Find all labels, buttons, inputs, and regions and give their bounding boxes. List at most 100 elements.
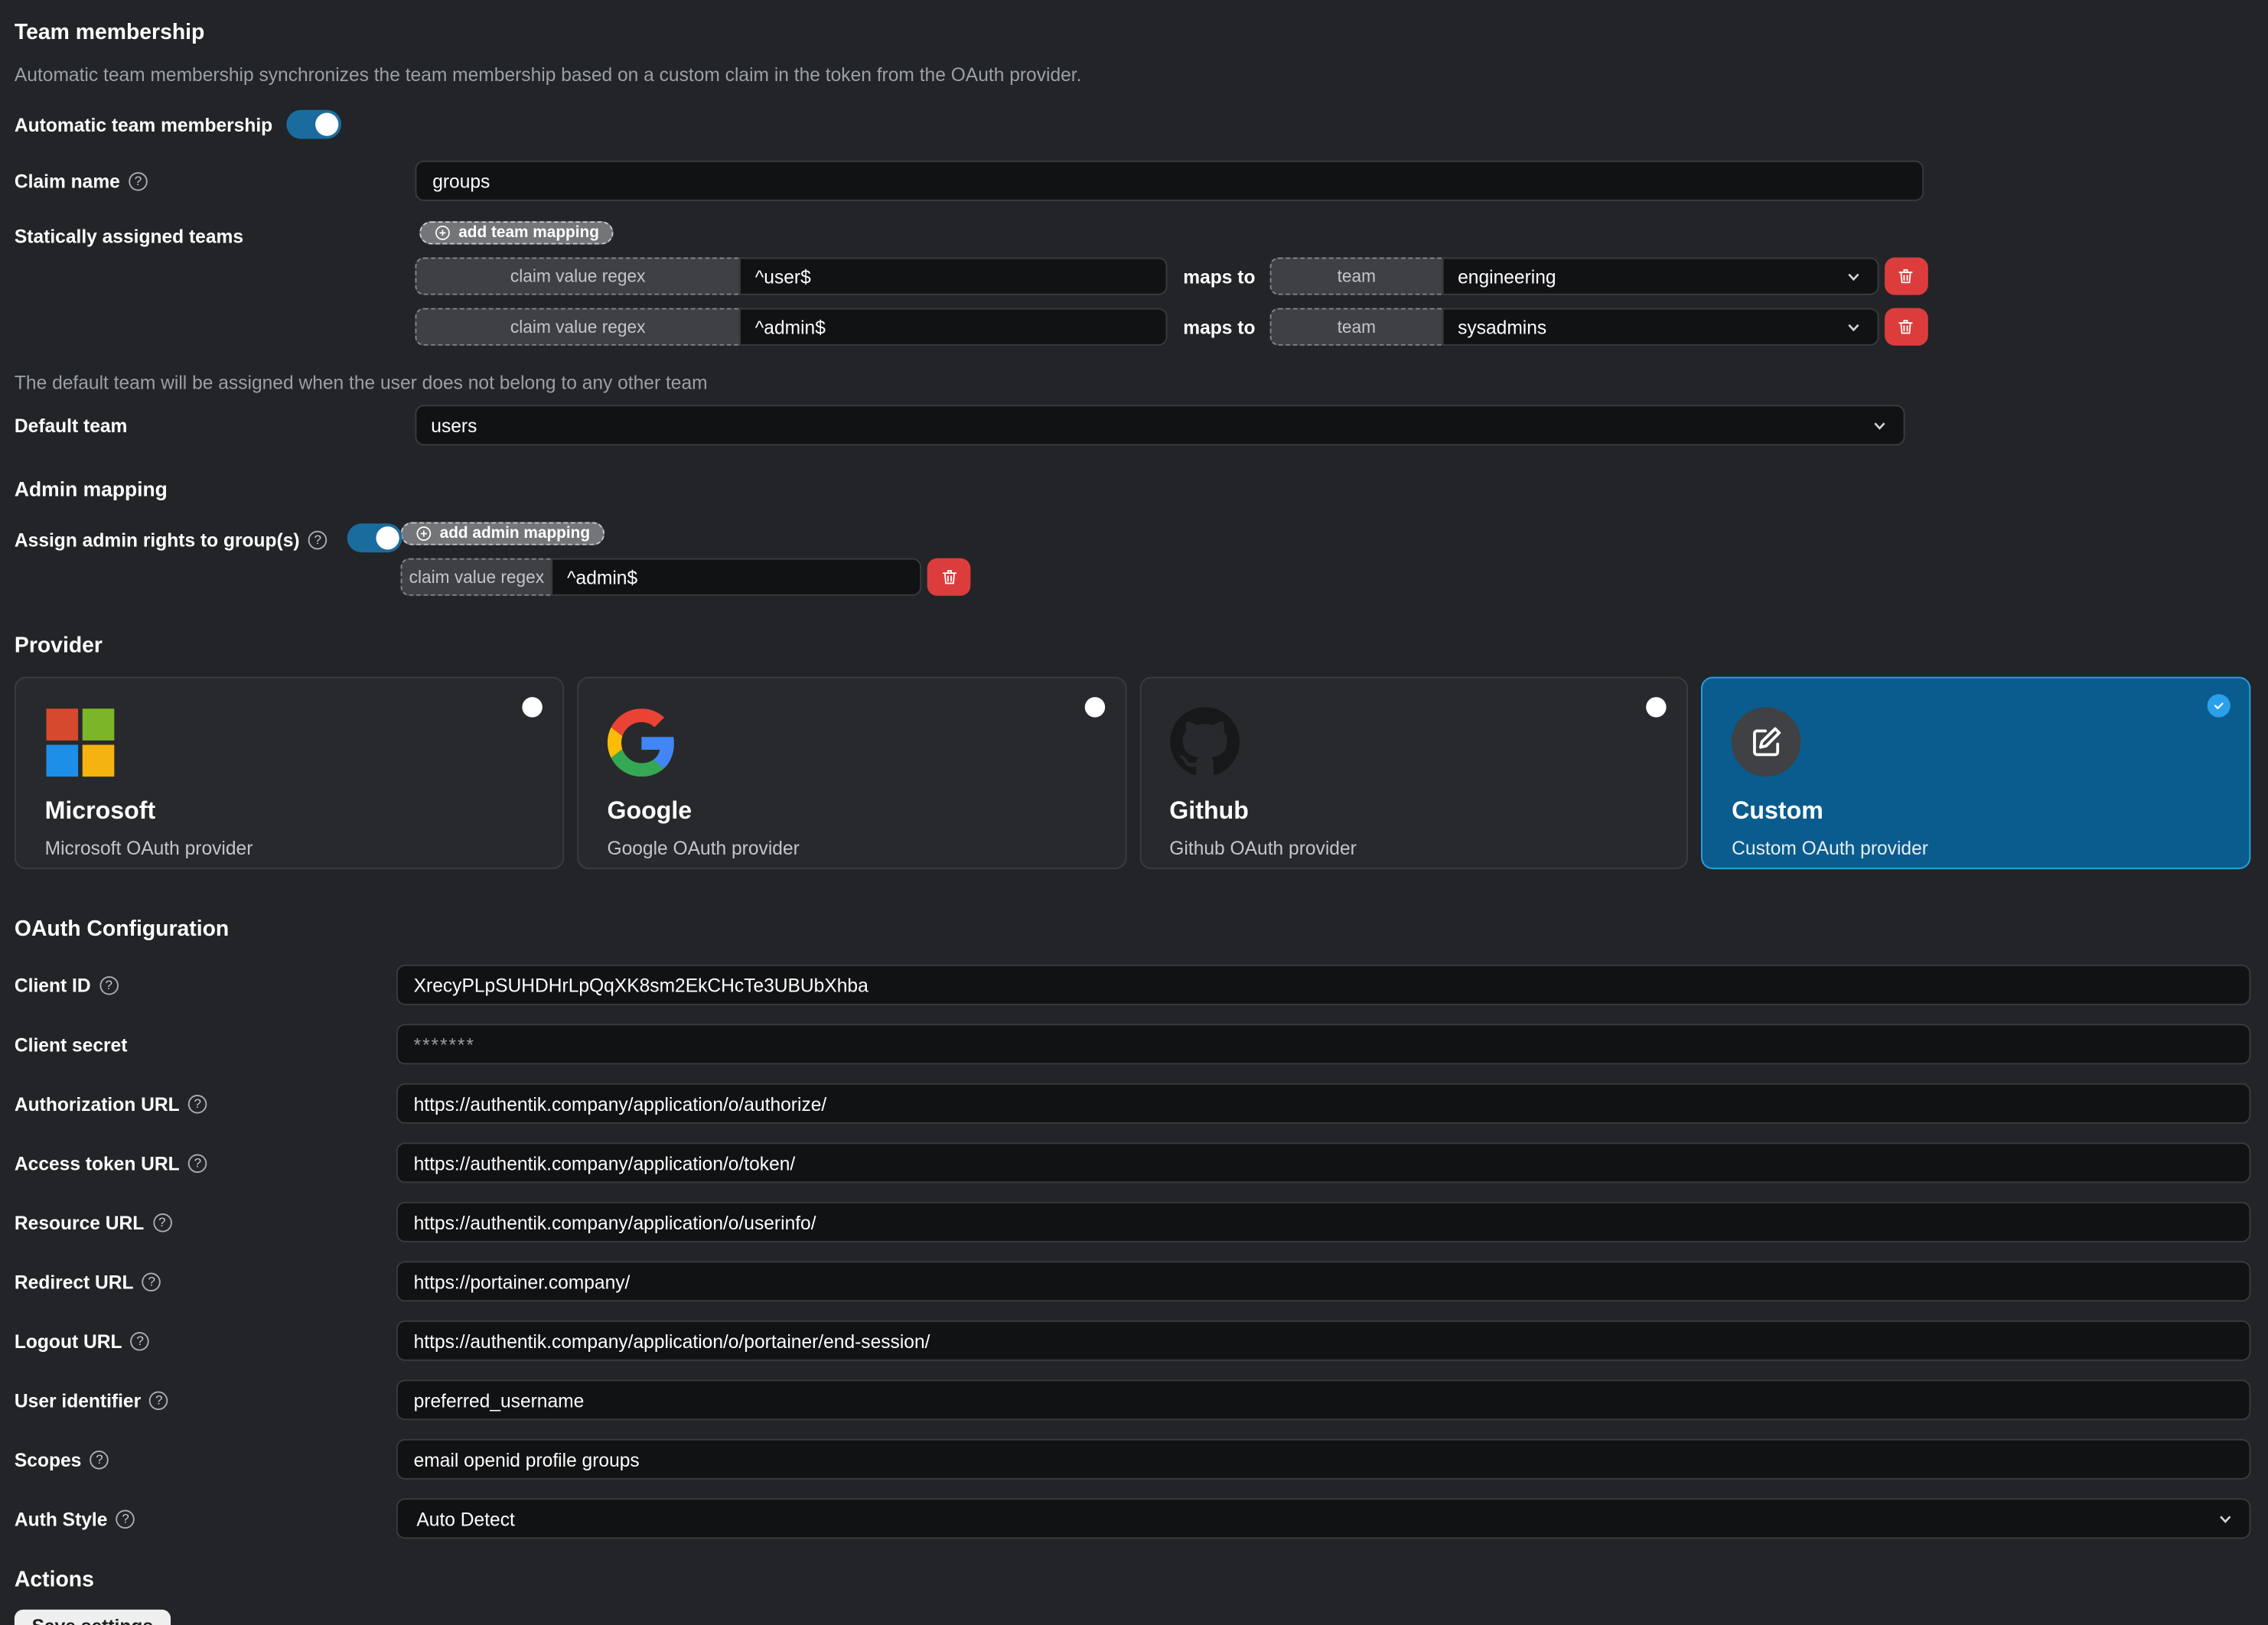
github-logo-icon bbox=[1169, 707, 1239, 777]
client-id-input[interactable] bbox=[396, 965, 2250, 1005]
auth-style-label: Auth Style bbox=[15, 1508, 108, 1529]
scopes-input[interactable] bbox=[396, 1439, 2250, 1480]
add-admin-mapping-label: add admin mapping bbox=[440, 525, 590, 542]
client-secret-label: Client secret bbox=[15, 1034, 128, 1055]
team-mapping-row: claim value regex maps to team sysadmins bbox=[415, 308, 1928, 346]
help-icon[interactable]: ? bbox=[308, 530, 327, 549]
team-select[interactable]: engineering bbox=[1442, 257, 1879, 295]
google-logo-icon bbox=[607, 707, 676, 777]
provider-card-name: Google bbox=[607, 797, 1095, 826]
provider-card-description: Google OAuth provider bbox=[607, 837, 1095, 858]
help-icon[interactable]: ? bbox=[129, 171, 148, 191]
help-icon[interactable]: ? bbox=[142, 1272, 161, 1291]
automatic-team-membership-toggle[interactable] bbox=[287, 110, 342, 139]
add-team-mapping-button[interactable]: add team mapping bbox=[419, 221, 614, 244]
statically-assigned-teams-label: Statically assigned teams bbox=[15, 226, 243, 247]
help-icon[interactable]: ? bbox=[149, 1391, 168, 1410]
toggle-knob bbox=[376, 526, 399, 549]
delete-admin-mapping-button[interactable] bbox=[927, 558, 971, 596]
admin-mapping-title: Admin mapping bbox=[15, 477, 2250, 500]
provider-card-github[interactable]: Github Github OAuth provider bbox=[1139, 677, 1689, 869]
team-select-value: sysadmins bbox=[1458, 316, 1546, 337]
plus-circle-icon bbox=[434, 224, 451, 242]
chevron-down-icon bbox=[1844, 318, 1863, 337]
edit-logo-icon bbox=[1732, 707, 1801, 777]
assign-admin-rights-toggle[interactable] bbox=[347, 523, 402, 552]
admin-regex-input[interactable] bbox=[551, 558, 921, 596]
user-identifier-label: User identifier bbox=[15, 1389, 141, 1411]
claim-value-regex-input[interactable] bbox=[739, 308, 1168, 346]
admin-mapping-row: claim value regex bbox=[401, 558, 971, 596]
provider-title: Provider bbox=[15, 633, 2250, 658]
provider-card-google[interactable]: Google Google OAuth provider bbox=[577, 677, 1126, 869]
help-icon[interactable]: ? bbox=[131, 1331, 150, 1350]
provider-radio[interactable] bbox=[1647, 697, 1667, 717]
add-team-mapping-label: add team mapping bbox=[458, 224, 599, 242]
provider-cards: Microsoft Microsoft OAuth provider Googl… bbox=[15, 677, 2250, 869]
delete-mapping-button[interactable] bbox=[1885, 308, 1928, 346]
provider-card-name: Github bbox=[1169, 797, 1657, 826]
access-token-url-input[interactable] bbox=[396, 1142, 2250, 1183]
client-secret-input[interactable] bbox=[396, 1024, 2250, 1064]
user-identifier-input[interactable] bbox=[396, 1379, 2250, 1420]
help-icon[interactable]: ? bbox=[99, 975, 119, 995]
chevron-down-icon bbox=[1844, 267, 1863, 286]
oauth-settings-page: Team membership Automatic team membershi… bbox=[0, 0, 2268, 1625]
team-tag: team bbox=[1269, 257, 1442, 295]
logout-url-label: Logout URL bbox=[15, 1330, 122, 1351]
team-select[interactable]: sysadmins bbox=[1442, 308, 1879, 346]
help-icon[interactable]: ? bbox=[188, 1154, 207, 1173]
help-icon[interactable]: ? bbox=[153, 1213, 172, 1232]
team-tag: team bbox=[1269, 308, 1442, 346]
provider-card-description: Github OAuth provider bbox=[1169, 837, 1657, 858]
resource-url-label: Resource URL bbox=[15, 1211, 144, 1233]
auth-style-value: Auto Detect bbox=[416, 1508, 514, 1529]
selected-check-icon bbox=[2208, 694, 2231, 717]
provider-card-name: Microsoft bbox=[45, 797, 533, 826]
authorization-url-label: Authorization URL bbox=[15, 1093, 180, 1114]
chevron-down-icon bbox=[2216, 1509, 2235, 1529]
delete-mapping-button[interactable] bbox=[1885, 257, 1928, 295]
claim-value-regex-tag: claim value regex bbox=[415, 308, 739, 346]
save-settings-button[interactable]: Save settings bbox=[15, 1610, 171, 1625]
team-membership-title: Team membership bbox=[15, 20, 2250, 44]
trash-icon bbox=[1897, 317, 1916, 337]
auth-style-select[interactable]: Auto Detect bbox=[396, 1498, 2250, 1539]
claim-value-regex-tag: claim value regex bbox=[401, 558, 552, 596]
claim-name-input[interactable] bbox=[415, 161, 1924, 201]
default-team-select[interactable]: users bbox=[415, 405, 1905, 445]
help-icon[interactable]: ? bbox=[188, 1094, 207, 1113]
provider-radio[interactable] bbox=[1084, 697, 1104, 717]
assign-admin-rights-label: Assign admin rights to group(s) bbox=[15, 529, 300, 550]
provider-card-microsoft[interactable]: Microsoft Microsoft OAuth provider bbox=[15, 677, 564, 869]
claim-name-label: Claim name bbox=[15, 170, 120, 191]
claim-value-regex-tag: claim value regex bbox=[415, 257, 739, 295]
logout-url-input[interactable] bbox=[396, 1321, 2250, 1361]
microsoft-logo-icon bbox=[45, 707, 115, 777]
team-mapping-row: claim value regex maps to team engineeri… bbox=[415, 257, 1928, 295]
actions-title: Actions bbox=[15, 1568, 2250, 1592]
oauth-configuration-title: OAuth Configuration bbox=[15, 917, 2250, 941]
default-team-value: users bbox=[431, 415, 477, 436]
client-id-label: Client ID bbox=[15, 974, 91, 995]
add-admin-mapping-button[interactable]: add admin mapping bbox=[401, 522, 604, 545]
scopes-label: Scopes bbox=[15, 1448, 81, 1470]
toggle-knob bbox=[316, 112, 339, 135]
team-membership-description: Automatic team membership synchronizes t… bbox=[15, 64, 2250, 85]
automatic-team-membership-label: Automatic team membership bbox=[15, 113, 272, 135]
redirect-url-label: Redirect URL bbox=[15, 1271, 134, 1292]
redirect-url-input[interactable] bbox=[396, 1261, 2250, 1301]
access-token-url-label: Access token URL bbox=[15, 1152, 180, 1174]
provider-radio[interactable] bbox=[522, 697, 542, 717]
claim-value-regex-input[interactable] bbox=[739, 257, 1168, 295]
help-icon[interactable]: ? bbox=[90, 1450, 109, 1469]
trash-icon bbox=[1897, 266, 1916, 286]
provider-card-custom[interactable]: Custom Custom OAuth provider bbox=[1701, 677, 2250, 869]
team-select-value: engineering bbox=[1458, 265, 1556, 287]
chevron-down-icon bbox=[1870, 415, 1889, 435]
authorization-url-input[interactable] bbox=[396, 1083, 2250, 1124]
trash-icon bbox=[940, 567, 959, 587]
help-icon[interactable]: ? bbox=[116, 1509, 135, 1529]
plus-circle-icon bbox=[415, 525, 433, 542]
resource-url-input[interactable] bbox=[396, 1202, 2250, 1242]
